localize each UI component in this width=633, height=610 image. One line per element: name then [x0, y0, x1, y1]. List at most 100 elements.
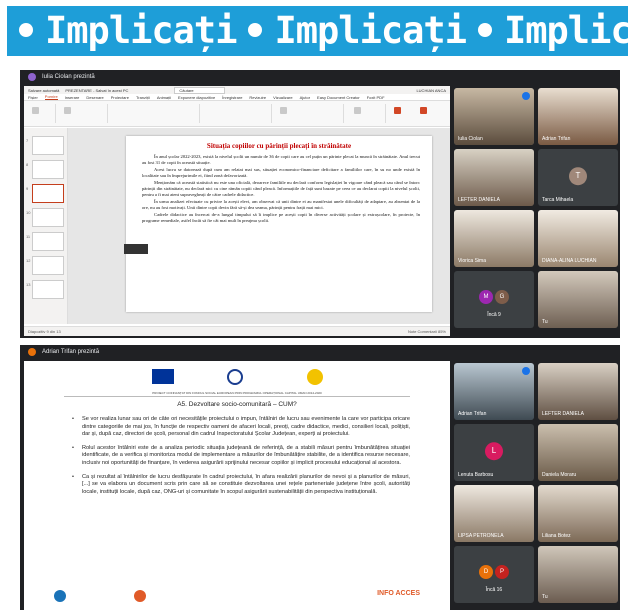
participant-name: Adrian Trifan: [542, 136, 571, 142]
participant-avatar: D: [479, 565, 493, 579]
document-heading: A5. Dezvoltare socio-comunitară – CUM?: [177, 401, 297, 408]
tab-draw[interactable]: Desenare: [86, 95, 103, 100]
participant-avatar: P: [495, 565, 509, 579]
tab-insert[interactable]: Inserare: [65, 95, 80, 100]
slide-thumbnail[interactable]: [32, 256, 64, 275]
new-slide-icon[interactable]: [64, 107, 71, 114]
participant-name: LEFTER DANIELA: [458, 197, 500, 203]
shapes-icon[interactable]: [280, 107, 287, 114]
participant-tile[interactable]: T Tarca Mihaela: [538, 149, 618, 206]
slide-body: În anul școlar 2022-2023, există la nive…: [142, 154, 420, 225]
participant-name: Tu: [542, 594, 548, 600]
participant-tile[interactable]: LEFTER DANIELA: [454, 149, 534, 206]
slide-paragraph: În urma analizei efectuate cu privire la…: [142, 199, 420, 210]
bullet-dot: [477, 22, 492, 37]
participant-name: LEFTER DANIELA: [542, 411, 584, 417]
participant-avatar: T: [569, 166, 587, 185]
tab-file[interactable]: Fișier: [28, 95, 38, 100]
status-bar: Diapozitiv 9 din 13 Note Comentarii 85%: [24, 326, 450, 336]
tab-easy-document[interactable]: Easy Document Creator: [317, 95, 360, 100]
info-acces-logo: INFO ACCES: [377, 590, 420, 597]
participant-tile[interactable]: DIANA-ALINA LUCHIAN: [538, 210, 618, 267]
participant-name: Iulia Ciolan: [458, 136, 483, 142]
shared-screen-powerpoint[interactable]: Salvare automată PREZENTARE - Salvat în …: [24, 86, 450, 336]
participant-name: Adrian Trifan: [458, 411, 487, 417]
participant-tile[interactable]: Adrian Trifan: [454, 363, 534, 420]
more-participants-tile[interactable]: DP Încă 16: [454, 546, 534, 603]
document-bullet: Ca și rezultat al întâlnirilor de lucru …: [72, 474, 410, 497]
document-subheader: PROIECT COFINANȚAT DIN FONDUL SOCIAL EUR…: [64, 391, 410, 397]
meeting-window-2: Adrian Trifan prezintă PROIECT COFINANȚA…: [20, 345, 620, 610]
participant-avatar: M: [479, 290, 493, 304]
participant-tile[interactable]: Viorica Sima: [454, 210, 534, 267]
tab-transitions[interactable]: Tranziții: [136, 95, 150, 100]
document-bullet: Se vor realiza lunar sau ori de câte ori…: [72, 416, 410, 439]
clipboard-group: [26, 104, 56, 123]
participant-avatar: L: [485, 441, 503, 460]
file-name: PREZENTARE - Salvat în acest PC: [65, 87, 129, 93]
banner-word: Implicați: [45, 9, 237, 52]
slide-thumbnail-active[interactable]: [32, 184, 64, 203]
program-logo: [307, 369, 323, 385]
ribbon-tabs: Fișier Pornire Inserare Desenare Proiect…: [24, 94, 450, 101]
status-controls[interactable]: Note Comentarii 85%: [408, 329, 446, 334]
slide[interactable]: Situația copiilor cu părinții plecați în…: [126, 136, 432, 312]
tab-foxit[interactable]: Foxit PDF: [367, 95, 385, 100]
find-icon[interactable]: [354, 107, 361, 114]
more-count: Încă 9: [487, 312, 501, 318]
speaking-icon: [522, 367, 530, 375]
slide-thumbnail[interactable]: [32, 208, 64, 227]
participant-name: Lenuta Barbosu: [458, 472, 494, 478]
participant-tile[interactable]: LIPSA PETRONELA: [454, 485, 534, 542]
self-tile[interactable]: Tu: [538, 546, 618, 603]
participant-name: Daniela Moraru: [542, 472, 577, 478]
designer-icon[interactable]: [394, 107, 401, 114]
tab-animations[interactable]: Animații: [157, 95, 171, 100]
more-participants-tile[interactable]: MG Încă 9: [454, 271, 534, 328]
slide-paragraph: Menționăm că această statistică nu este …: [142, 180, 420, 197]
logo-row: [24, 369, 450, 391]
participant-tile[interactable]: Iulia Ciolan: [454, 88, 534, 145]
self-tile[interactable]: Tu: [538, 271, 618, 328]
presenter-avatar: [28, 348, 36, 356]
participant-tile[interactable]: L Lenuta Barbosu: [454, 424, 534, 481]
tab-record[interactable]: Înregistrare: [222, 95, 242, 100]
slide-canvas: Situația copiilor cu părinții plecați în…: [68, 128, 450, 324]
slide-thumbnail[interactable]: [32, 136, 64, 155]
participant-name: Tarca Mihaela: [542, 197, 574, 203]
tab-home[interactable]: Pornire: [44, 94, 58, 100]
editing-group: [346, 104, 386, 123]
search-box[interactable]: Căutare: [174, 86, 225, 94]
tab-design[interactable]: Proiectare: [111, 95, 129, 100]
tab-help[interactable]: Ajutor: [300, 95, 310, 100]
banner-word: Implicați: [274, 9, 466, 52]
slide-paragraph: Cadrele didactice au încercat de-a lungu…: [142, 212, 420, 223]
slide-thumbnail[interactable]: [32, 160, 64, 179]
participant-tile[interactable]: LEFTER DANIELA: [538, 363, 618, 420]
bullet-dot: [19, 22, 33, 37]
ppt-title-bar: Salvare automată PREZENTARE - Salvat în …: [24, 86, 450, 94]
presenter-label: Adrian Trifan prezintă: [42, 349, 100, 355]
shared-screen-document[interactable]: PROIECT COFINANȚAT DIN FONDUL SOCIAL EUR…: [24, 361, 450, 610]
tab-review[interactable]: Revizuire: [249, 95, 266, 100]
participant-tile[interactable]: Daniela Moraru: [538, 424, 618, 481]
slide-title: Situația copiilor cu părinții plecați în…: [206, 142, 352, 150]
document-bullet: Rolul acestor întâlniri este de a analiz…: [72, 445, 410, 468]
participant-tile[interactable]: Adrian Trifan: [538, 88, 618, 145]
user-name: LUCHIAN ANCA: [416, 87, 446, 93]
eu-flag-logo: [152, 369, 174, 384]
autosave-label[interactable]: Salvare automată: [28, 88, 59, 93]
slide-thumbnail[interactable]: [32, 280, 64, 299]
slide-thumbnail[interactable]: [32, 232, 64, 251]
bullet-dot: [248, 22, 263, 37]
implicati-banner: Implicați Implicați Implicați: [7, 6, 628, 56]
slide-paragraph: Acest lucru se datorează după cum am rel…: [142, 167, 420, 178]
paste-icon[interactable]: [32, 107, 39, 114]
presenter-label: Iulia Ciolan prezintă: [42, 74, 95, 80]
tab-slideshow[interactable]: Expunere diapozitive: [178, 95, 215, 100]
dictate-icon[interactable]: [420, 107, 427, 114]
tab-view[interactable]: Vizualizare: [273, 95, 293, 100]
participant-tile[interactable]: Liliana Botez: [538, 485, 618, 542]
slide-paragraph: În anul școlar 2022-2023, există la nive…: [142, 154, 420, 165]
arrow-shape: [124, 244, 148, 254]
